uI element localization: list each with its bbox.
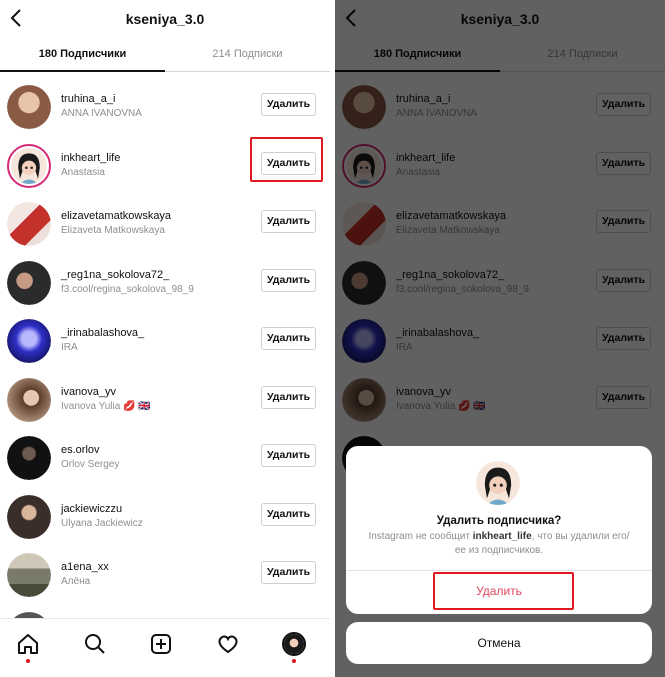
- username[interactable]: truhina_a_i: [61, 93, 115, 105]
- avatar[interactable]: [7, 202, 51, 246]
- add-post-icon[interactable]: [149, 632, 173, 656]
- username[interactable]: inkheart_life: [61, 152, 120, 164]
- list-item[interactable]: ivanova_yv Ivanova Yulia 💋 🇬🇧 Удалить: [0, 373, 330, 432]
- username[interactable]: jackiewiczzu: [61, 503, 122, 515]
- cancel-button[interactable]: Отмена: [346, 622, 652, 664]
- username[interactable]: _reg1na_sokolova72_: [61, 269, 169, 281]
- notification-dot: [292, 659, 296, 663]
- avatar[interactable]: [7, 494, 51, 539]
- full-name: Ivanova Yulia 💋 🇬🇧: [61, 400, 151, 412]
- avatar[interactable]: [7, 377, 51, 422]
- list-item[interactable]: elizavetamatkowskaya Elizaveta Matkowska…: [0, 197, 330, 256]
- tab-active-indicator: [0, 70, 165, 72]
- list-item[interactable]: _irinabalashova_ IRA Удалить: [0, 314, 330, 373]
- username[interactable]: _irinabalashova_: [61, 327, 144, 339]
- profile-avatar[interactable]: [282, 632, 306, 656]
- heart-icon[interactable]: [216, 632, 240, 656]
- remove-button[interactable]: Удалить: [261, 93, 316, 116]
- username[interactable]: a1ena_xx: [61, 561, 109, 573]
- dialog-message: Instagram не сообщит inkheart_life, что …: [368, 531, 630, 556]
- notification-dot: [26, 659, 30, 663]
- dialog-title: Удалить подписчика?: [436, 515, 562, 527]
- tab-followers[interactable]: 180 Подписчики: [0, 48, 165, 60]
- header: kseniya_3.0: [0, 0, 330, 38]
- avatar[interactable]: [7, 553, 51, 597]
- full-name: f3.cool/regina_sokolova_98_9: [61, 283, 194, 295]
- avatar[interactable]: [7, 260, 51, 305]
- full-name: Ulyana Jackiewicz: [61, 517, 143, 529]
- search-icon[interactable]: [83, 632, 107, 656]
- remove-follower-dialog: Удалить подписчика? Instagram не сообщит…: [346, 446, 652, 614]
- list-item[interactable]: _reg1na_sokolova72_ f3.cool/regina_sokol…: [0, 256, 330, 315]
- highlight-frame: [250, 136, 323, 182]
- avatar[interactable]: [7, 319, 51, 363]
- full-name: Orlov Sergey: [61, 459, 120, 470]
- username[interactable]: elizavetamatkowskaya: [61, 210, 171, 222]
- remove-button[interactable]: Удалить: [261, 502, 316, 526]
- remove-button[interactable]: Удалить: [261, 385, 316, 409]
- remove-button[interactable]: Удалить: [261, 327, 316, 350]
- remove-button[interactable]: Удалить: [261, 268, 316, 292]
- remove-button[interactable]: Удалить: [261, 444, 316, 467]
- highlight-frame: [433, 572, 574, 610]
- list-item[interactable]: a1ena_xx Алёна Удалить: [0, 548, 330, 607]
- username[interactable]: es.orlov: [61, 444, 100, 456]
- list-item[interactable]: inkheart_life Anastasia Удалить: [0, 136, 330, 198]
- list-item[interactable]: es.orlov Orlov Sergey Удалить: [0, 431, 330, 490]
- list-item[interactable]: jackiewiczzu Ulyana Jackiewicz Удалить: [0, 490, 330, 549]
- screen-followers: kseniya_3.0 180 Подписчики 214 Подписки …: [0, 0, 330, 677]
- bottom-nav: [0, 618, 330, 677]
- avatar[interactable]: [7, 85, 51, 129]
- tab-following[interactable]: 214 Подписки: [165, 48, 330, 60]
- avatar: [476, 461, 520, 505]
- full-name: Алёна: [61, 576, 91, 587]
- full-name: Elizaveta Matkowskaya: [61, 225, 165, 236]
- screen-remove-dialog: kseniya_3.0 180 Подписчики 214 Подписки …: [335, 0, 665, 677]
- username[interactable]: ivanova_yv: [61, 386, 116, 398]
- remove-button[interactable]: Удалить: [261, 561, 316, 584]
- page-title: kseniya_3.0: [125, 11, 205, 27]
- avatar[interactable]: [7, 143, 51, 188]
- tabs: 180 Подписчики 214 Подписки: [0, 42, 330, 72]
- full-name: ANNA IVANOVNA: [61, 108, 142, 119]
- full-name: Anastasia: [61, 166, 105, 178]
- full-name: IRA: [61, 342, 78, 353]
- avatar[interactable]: [7, 436, 51, 480]
- home-icon[interactable]: [16, 632, 40, 656]
- remove-button[interactable]: Удалить: [261, 210, 316, 233]
- list-item[interactable]: truhina_a_i ANNA IVANOVNA Удалить: [0, 80, 330, 139]
- followers-list: truhina_a_i ANNA IVANOVNA Удалить inkhea…: [0, 80, 330, 665]
- separator: [346, 570, 652, 571]
